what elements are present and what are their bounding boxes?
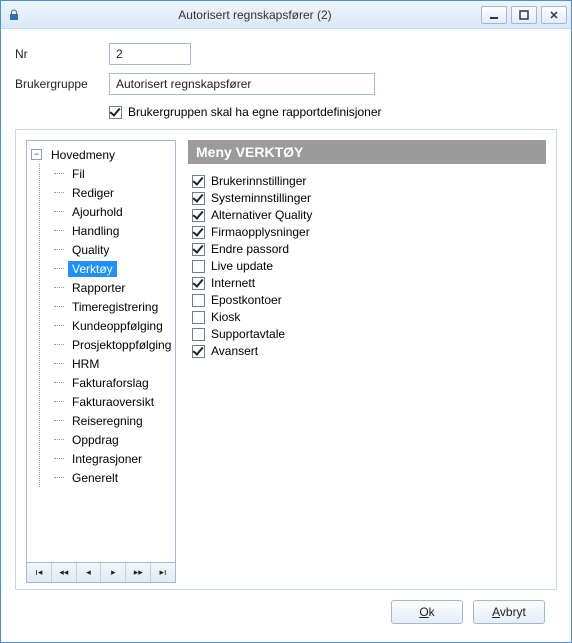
main-frame: − Hovedmeny FilRedigerAjourholdHandlingQ… — [15, 129, 557, 590]
option-checkbox[interactable] — [192, 277, 205, 290]
dialog-body: Nr Brukergruppe Brukergruppen skal ha eg… — [1, 29, 571, 642]
option-checkbox[interactable] — [192, 294, 205, 307]
tree-item-quality[interactable]: Quality — [54, 240, 175, 259]
group-label: Brukergruppe — [15, 77, 109, 91]
option-row: Kiosk — [192, 310, 542, 324]
option-label[interactable]: Kiosk — [211, 310, 240, 324]
tree-item-integrasjoner[interactable]: Integrasjoner — [54, 449, 175, 468]
dialog-footer: Ok Avbryt — [15, 590, 557, 634]
option-label[interactable]: Supportavtale — [211, 327, 285, 341]
tree-item-rapporter[interactable]: Rapporter — [54, 278, 175, 297]
window-title: Autorisert regnskapsfører (2) — [29, 8, 481, 22]
option-label[interactable]: Epostkontoer — [211, 293, 282, 307]
option-row: Firmaopplysninger — [192, 225, 542, 239]
option-checkbox[interactable] — [192, 226, 205, 239]
option-checkbox[interactable] — [192, 243, 205, 256]
tree-item-fakturaforslag[interactable]: Fakturaforslag — [54, 373, 175, 392]
nav-first-button[interactable]: ı◂ — [27, 563, 52, 582]
titlebar: Autorisert regnskapsfører (2) — [1, 1, 571, 29]
group-field[interactable] — [109, 73, 375, 95]
menu-tree[interactable]: − Hovedmeny FilRedigerAjourholdHandlingQ… — [26, 140, 176, 563]
cancel-button[interactable]: Avbryt — [473, 600, 545, 624]
tree-item-fil[interactable]: Fil — [54, 164, 175, 183]
tree-item-rediger[interactable]: Rediger — [54, 183, 175, 202]
option-row: Internett — [192, 276, 542, 290]
option-row: Brukerinnstillinger — [192, 174, 542, 188]
option-label[interactable]: Avansert — [211, 344, 258, 358]
tree-item-kundeoppfølging[interactable]: Kundeoppfølging — [54, 316, 175, 335]
nav-fastback-button[interactable]: ◂◂ — [52, 563, 77, 582]
nav-forward-button[interactable]: ▸ — [101, 563, 126, 582]
dialog-window: Autorisert regnskapsfører (2) Nr Brukerg… — [0, 0, 572, 643]
option-row: Endre passord — [192, 242, 542, 256]
nav-back-button[interactable]: ◂ — [77, 563, 102, 582]
tree-item-ajourhold[interactable]: Ajourhold — [54, 202, 175, 221]
option-checkbox[interactable] — [192, 311, 205, 324]
checkbox-list: Brukerinnstillinger Systeminnstillinger Al… — [188, 164, 546, 368]
tree-pane: − Hovedmeny FilRedigerAjourholdHandlingQ… — [26, 140, 176, 583]
close-button[interactable] — [541, 6, 567, 24]
option-checkbox[interactable] — [192, 260, 205, 273]
option-label[interactable]: Alternativer Quality — [211, 208, 312, 222]
window-buttons — [481, 6, 567, 24]
option-row: Supportavtale — [192, 327, 542, 341]
nr-label: Nr — [15, 47, 109, 61]
lock-icon — [5, 6, 23, 24]
option-row: Epostkontoer — [192, 293, 542, 307]
option-label[interactable]: Firmaopplysninger — [211, 225, 310, 239]
nav-fastforward-button[interactable]: ▸▸ — [126, 563, 151, 582]
tree-item-reiseregning[interactable]: Reiseregning — [54, 411, 175, 430]
maximize-button[interactable] — [511, 6, 537, 24]
option-checkbox[interactable] — [192, 328, 205, 341]
own-reports-label[interactable]: Brukergruppen skal ha egne rapportdefini… — [128, 105, 382, 119]
option-label[interactable]: Internett — [211, 276, 255, 290]
option-row: Systeminnstillinger — [192, 191, 542, 205]
option-label[interactable]: Live update — [211, 259, 273, 273]
ok-button[interactable]: Ok — [391, 600, 463, 624]
nav-last-button[interactable]: ▸ı — [151, 563, 175, 582]
right-pane: Meny VERKTØY Brukerinnstillinger Systemin… — [188, 140, 546, 583]
option-checkbox[interactable] — [192, 345, 205, 358]
option-row: Alternativer Quality — [192, 208, 542, 222]
tree-item-prosjektoppfølging[interactable]: Prosjektoppfølging — [54, 335, 175, 354]
record-nav: ı◂ ◂◂ ◂ ▸ ▸▸ ▸ı — [26, 563, 176, 583]
tree-item-handling[interactable]: Handling — [54, 221, 175, 240]
tree-item-fakturaoversikt[interactable]: Fakturaoversikt — [54, 392, 175, 411]
tree-item-verktøy[interactable]: Verktøy — [54, 259, 175, 278]
tree-item-timeregistrering[interactable]: Timeregistrering — [54, 297, 175, 316]
option-label[interactable]: Systeminnstillinger — [211, 191, 311, 205]
tree-item-oppdrag[interactable]: Oppdrag — [54, 430, 175, 449]
panel-header: Meny VERKTØY — [188, 140, 546, 164]
nr-field[interactable] — [109, 43, 191, 65]
option-row: Avansert — [192, 344, 542, 358]
tree-item-hrm[interactable]: HRM — [54, 354, 175, 373]
option-checkbox[interactable] — [192, 192, 205, 205]
option-checkbox[interactable] — [192, 175, 205, 188]
tree-item-generelt[interactable]: Generelt — [54, 468, 175, 487]
option-label[interactable]: Endre passord — [211, 242, 289, 256]
minimize-button[interactable] — [481, 6, 507, 24]
option-row: Live update — [192, 259, 542, 273]
own-reports-checkbox[interactable] — [109, 106, 122, 119]
tree-root-hovedmeny[interactable]: Hovedmeny — [33, 145, 175, 164]
option-label[interactable]: Brukerinnstillinger — [211, 174, 306, 188]
option-checkbox[interactable] — [192, 209, 205, 222]
